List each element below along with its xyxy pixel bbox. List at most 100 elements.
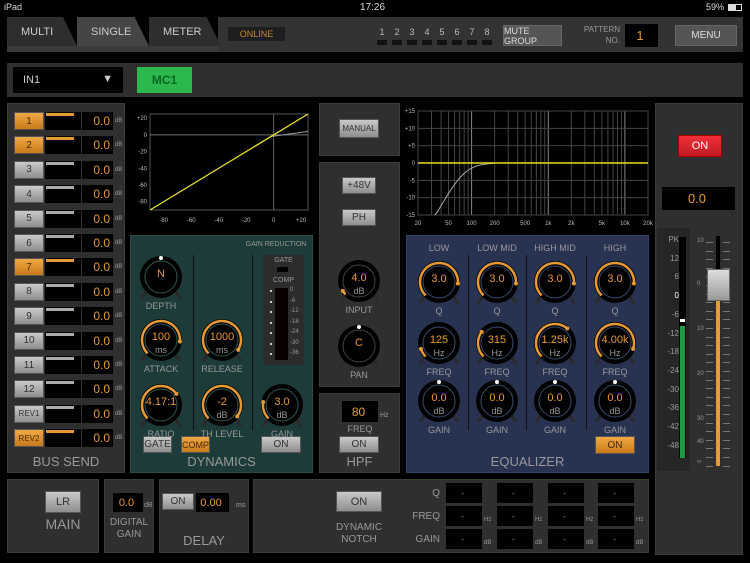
eq-on-button[interactable]: ON xyxy=(595,436,635,454)
divider xyxy=(193,255,194,430)
bus-send-button[interactable]: 12 xyxy=(14,380,44,399)
bus-send-button[interactable]: 10 xyxy=(14,331,44,350)
depth-knob[interactable]: N DEPTH xyxy=(138,254,184,311)
meter-scale-label: -42 xyxy=(667,422,679,431)
channel-select[interactable]: IN1 ▼ xyxy=(13,67,123,93)
delay-value[interactable]: 0.00 xyxy=(196,493,229,512)
gain-knob[interactable]: 3.0 dB GAIN xyxy=(259,382,305,439)
bus-send-unit: dB xyxy=(115,313,123,320)
bus-send-button[interactable]: 7 xyxy=(14,258,44,277)
mute-group-led xyxy=(422,40,432,45)
eq-q-knob[interactable]: 3.0 Q xyxy=(592,259,638,316)
fader-tick xyxy=(723,439,730,441)
bus-send-value[interactable]: 0.0 xyxy=(82,356,113,374)
knob-value: 4.00k xyxy=(601,334,629,346)
x-tick-label: -60 xyxy=(187,218,196,224)
bus-send-button[interactable]: REV1 xyxy=(14,404,44,423)
fader-tick xyxy=(723,405,730,407)
eq-q-knob[interactable]: 3.0 Q xyxy=(532,259,578,316)
notch-unit: dB xyxy=(586,540,594,546)
bus-send-value[interactable]: 0.0 xyxy=(82,160,113,179)
tab-meter[interactable]: METER xyxy=(149,17,221,46)
bus-send-button[interactable]: 11 xyxy=(14,356,44,374)
bus-send-button[interactable]: 9 xyxy=(14,307,44,326)
gr-scale-tick: -6 xyxy=(290,297,296,304)
y-tick-label: -40 xyxy=(138,166,147,172)
gr-scale-dot xyxy=(270,311,272,313)
notch-row-label: GAIN xyxy=(415,534,440,545)
manual-button[interactable]: MANUAL xyxy=(339,119,379,138)
dynamic-notch-on-button[interactable]: ON xyxy=(336,491,382,512)
bus-send-button[interactable]: 3 xyxy=(14,160,44,179)
eq-gain-knob[interactable]: 0.0 dB GAIN xyxy=(474,378,520,435)
notch-value: - xyxy=(598,529,634,549)
eq-freq-knob[interactable]: 1.25k Hz FREQ xyxy=(532,320,578,377)
bus-send-button[interactable]: 2 xyxy=(14,136,44,155)
tab-multi[interactable]: MULTI xyxy=(7,17,77,46)
attack-knob[interactable]: 100 ms ATTACK xyxy=(138,317,184,374)
bus-send-value[interactable]: 0.0 xyxy=(82,209,113,228)
channel-on-button[interactable]: ON xyxy=(678,135,722,157)
bus-send-value[interactable]: 0.0 xyxy=(82,112,113,130)
bus-send-value[interactable]: 0.0 xyxy=(82,331,113,350)
eq-gain-knob[interactable]: 0.0 dB GAIN xyxy=(416,378,462,435)
knob-unit: dB xyxy=(353,286,365,296)
bus-send-value[interactable]: 0.0 xyxy=(82,307,113,326)
x-tick-label: 500 xyxy=(520,221,531,227)
tab-single[interactable]: SINGLE xyxy=(77,17,149,46)
menu-button[interactable]: MENU xyxy=(675,25,737,46)
bus-send-value[interactable]: 0.0 xyxy=(82,234,113,252)
gain-reduction-label: GAIN REDUCTION xyxy=(245,241,307,248)
input-knob[interactable]: 4.0 dB INPUT xyxy=(336,258,382,315)
fader-handle[interactable] xyxy=(707,269,730,301)
eq-gain-knob[interactable]: 0.0 dB GAIN xyxy=(592,378,638,435)
bus-send-button[interactable]: 8 xyxy=(14,282,44,301)
channel-name[interactable]: MC1 xyxy=(137,67,192,93)
delay-on-button[interactable]: ON xyxy=(162,493,194,510)
x-tick-label: 1k xyxy=(545,221,552,227)
bus-send-level-bar xyxy=(46,235,74,238)
knob-indicator xyxy=(565,326,570,331)
hpf-on-button[interactable]: ON xyxy=(339,436,379,453)
eq-freq-knob[interactable]: 125 Hz FREQ xyxy=(416,320,462,377)
eq-q-knob[interactable]: 3.0 Q xyxy=(416,259,462,316)
notch-value: - xyxy=(497,529,533,549)
eq-q-knob[interactable]: 3.0 Q xyxy=(474,259,520,316)
th-level-knob[interactable]: -2 dB TH LEVEL xyxy=(199,382,245,439)
ratio-knob[interactable]: 4.17:1 RATIO xyxy=(138,382,184,439)
knob-label: FREQ xyxy=(542,367,568,377)
bus-send-value[interactable]: 0.0 xyxy=(82,380,113,399)
bus-send-value[interactable]: 0.0 xyxy=(82,429,113,448)
bus-send-value[interactable]: 0.0 xyxy=(82,185,113,204)
pattern-number[interactable]: 1 xyxy=(625,24,658,47)
eq-freq-knob[interactable]: 315 Hz FREQ xyxy=(474,320,520,377)
bus-send-button[interactable]: 4 xyxy=(14,185,44,204)
eq-gain-knob[interactable]: 0.0 dB GAIN xyxy=(532,378,578,435)
mute-group-button[interactable]: MUTE GROUP xyxy=(503,25,562,46)
digital-gain-value[interactable]: 0.0 xyxy=(113,493,143,512)
knob-value: 0.0 xyxy=(431,392,447,404)
bus-send-value[interactable]: 0.0 xyxy=(82,136,113,155)
bus-send-value[interactable]: 0.0 xyxy=(82,404,113,423)
bus-send-value[interactable]: 0.0 xyxy=(82,258,113,277)
fader-value[interactable]: 0.0 xyxy=(662,187,735,210)
main-lr-button[interactable]: LR xyxy=(45,491,81,513)
bus-send-button[interactable]: 1 xyxy=(14,112,44,130)
phase-button[interactable]: PH xyxy=(342,209,376,226)
fader-tick xyxy=(706,328,713,329)
meter-peak xyxy=(680,319,685,323)
notch-unit: Hz xyxy=(586,517,594,523)
hpf-freq-value[interactable]: 80 xyxy=(342,401,378,422)
pan-knob[interactable]: C PAN xyxy=(336,323,382,380)
bus-send-button[interactable]: REV2 xyxy=(14,429,44,448)
eq-freq-knob[interactable]: 4.00k Hz FREQ xyxy=(592,320,638,377)
fader-tick xyxy=(706,465,713,467)
bus-send-unit: dB xyxy=(115,166,123,173)
notch-value: - xyxy=(446,506,482,526)
bus-send-value[interactable]: 0.0 xyxy=(82,282,113,301)
bus-send-button[interactable]: 6 xyxy=(14,234,44,252)
release-knob[interactable]: 1000 ms RELEASE xyxy=(199,317,245,374)
bus-send-button[interactable]: 5 xyxy=(14,209,44,228)
bus-send-unit: dB xyxy=(115,264,123,271)
phantom-power-button[interactable]: +48V xyxy=(342,177,376,194)
